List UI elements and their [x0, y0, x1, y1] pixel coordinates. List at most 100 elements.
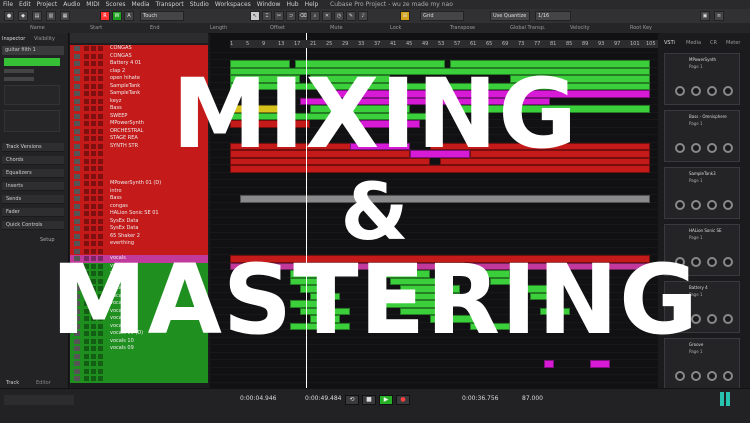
- track-row[interactable]: SysEx Data: [70, 225, 208, 233]
- record-enable-button[interactable]: [98, 331, 103, 336]
- record-enable-button[interactable]: [98, 211, 103, 216]
- quick-control-knob[interactable]: [675, 314, 685, 324]
- track-lane[interactable]: [210, 53, 658, 61]
- record-enable-button[interactable]: [98, 113, 103, 119]
- menu-audio[interactable]: Audio: [60, 0, 83, 9]
- track-lane[interactable]: [210, 240, 658, 248]
- record-enable-button[interactable]: [98, 203, 103, 209]
- menu-edit[interactable]: Edit: [16, 0, 34, 9]
- mute-button[interactable]: [84, 316, 89, 321]
- solo-button[interactable]: [91, 166, 96, 171]
- solo-button[interactable]: [91, 346, 96, 351]
- quick-control-knob[interactable]: [707, 371, 717, 381]
- solo-button[interactable]: [91, 293, 96, 299]
- track-row[interactable]: vocals 07: [70, 315, 208, 323]
- quick-control-knob[interactable]: [675, 143, 685, 153]
- record-enable-button[interactable]: [98, 271, 103, 276]
- activate-project-button[interactable]: ●: [4, 11, 14, 21]
- mute-button[interactable]: [84, 368, 89, 374]
- solo-button[interactable]: [91, 263, 96, 269]
- event-clip[interactable]: [230, 105, 290, 113]
- track-lane[interactable]: [210, 345, 658, 353]
- track-row[interactable]: vocals: [70, 255, 208, 263]
- track-row[interactable]: vocals: [70, 285, 208, 293]
- track-row[interactable]: vocals: [70, 270, 208, 278]
- draw-tool[interactable]: ✎: [346, 11, 356, 21]
- record-enable-button[interactable]: [98, 248, 103, 254]
- snap-toggle[interactable]: ⊞: [400, 11, 410, 21]
- vsti-tab[interactable]: VSTi: [664, 40, 675, 46]
- track-tab[interactable]: Track: [6, 380, 19, 386]
- event-clip[interactable]: [440, 157, 650, 165]
- layout-button[interactable]: ▣: [700, 11, 710, 21]
- solo-button[interactable]: [91, 46, 96, 51]
- menu-midi[interactable]: MIDI: [83, 0, 102, 9]
- mute-button[interactable]: [84, 106, 89, 111]
- solo-button[interactable]: [91, 323, 96, 329]
- mute-button[interactable]: [84, 188, 89, 194]
- solo-button[interactable]: [91, 211, 96, 216]
- record-enable-button[interactable]: [98, 196, 103, 201]
- event-clip[interactable]: [400, 285, 460, 293]
- event-clip[interactable]: [230, 150, 410, 158]
- event-clip[interactable]: [430, 142, 650, 150]
- event-clip[interactable]: [310, 105, 410, 113]
- track-row[interactable]: MPowerSynth 01 (D): [70, 180, 208, 188]
- track-row[interactable]: [70, 367, 208, 375]
- record-enable-button[interactable]: [98, 121, 103, 126]
- ruler[interactable]: 1 5 9 13 17 21 25 29 33 37 41 45 49 53 57 61 65 69 73 77 81 8…: [230, 40, 658, 48]
- record-enable-button[interactable]: [98, 76, 103, 81]
- mute-button[interactable]: [84, 143, 89, 149]
- mute-button[interactable]: [84, 98, 89, 104]
- inspector-section-equalizers[interactable]: Equalizers: [2, 169, 64, 178]
- record-enable-button[interactable]: [98, 166, 103, 171]
- event-clip[interactable]: [290, 322, 350, 330]
- erase-tool[interactable]: ⌫: [298, 11, 308, 21]
- track-row[interactable]: vocals 09: [70, 345, 208, 353]
- solo-button[interactable]: [91, 76, 96, 81]
- track-lane[interactable]: [210, 375, 658, 383]
- control-room-tab[interactable]: CR: [710, 40, 717, 46]
- read-automation-button[interactable]: R: [100, 11, 110, 21]
- quick-control-knob[interactable]: [691, 86, 701, 96]
- record-enable-button[interactable]: [98, 256, 103, 261]
- track-lane[interactable]: [210, 323, 658, 331]
- track-row[interactable]: vocals 05: [70, 300, 208, 308]
- event-clip[interactable]: [300, 285, 330, 293]
- solo-button[interactable]: [91, 68, 96, 74]
- solo-button[interactable]: [91, 256, 96, 261]
- mute-button[interactable]: [84, 323, 89, 329]
- inspector-section-sends[interactable]: Sends: [2, 195, 64, 204]
- track-lane[interactable]: [210, 188, 658, 196]
- vsti-slot[interactable]: Bass - Omnisphere Page 1: [664, 110, 740, 162]
- record-enable-button[interactable]: [98, 323, 103, 329]
- track-row[interactable]: vocals 06: [70, 307, 208, 315]
- track-row[interactable]: STAGE REA: [70, 135, 208, 143]
- event-clip[interactable]: [230, 60, 290, 68]
- track-lane[interactable]: [210, 128, 658, 136]
- record-enable-button[interactable]: [98, 98, 103, 104]
- constrain-delay-button[interactable]: ◆: [18, 11, 28, 21]
- solo-button[interactable]: [91, 196, 96, 201]
- quick-control-knob[interactable]: [691, 200, 701, 210]
- mute-button[interactable]: [84, 181, 89, 186]
- solo-button[interactable]: [91, 301, 96, 306]
- track-row[interactable]: SYNTH STR: [70, 142, 208, 150]
- solo-button[interactable]: [91, 203, 96, 209]
- track-lane[interactable]: [210, 225, 658, 233]
- event-clip[interactable]: [300, 307, 350, 315]
- event-clip[interactable]: [400, 307, 440, 315]
- hub-button[interactable]: ≡: [714, 11, 724, 21]
- record-enable-button[interactable]: [98, 173, 103, 179]
- track-lane[interactable]: [210, 338, 658, 346]
- menu-hub[interactable]: Hub: [283, 0, 301, 9]
- quick-control-knob[interactable]: [691, 314, 701, 324]
- solo-button[interactable]: [91, 361, 96, 366]
- inspector-toggle-button[interactable]: ▤: [32, 11, 42, 21]
- track-lane[interactable]: [210, 330, 658, 338]
- track-row[interactable]: ORCHESTRAL: [70, 127, 208, 135]
- quick-control-knob[interactable]: [691, 143, 701, 153]
- vsti-slot[interactable]: MPowerSynth Page 1: [664, 53, 740, 105]
- record-enable-button[interactable]: [98, 278, 103, 284]
- vsti-slot[interactable]: HALion Sonic SE Page 1: [664, 224, 740, 276]
